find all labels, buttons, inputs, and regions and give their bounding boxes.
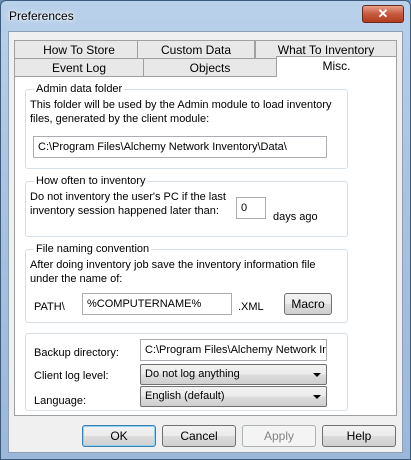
chevron-down-icon (313, 373, 321, 377)
group-title: File naming convention (34, 242, 152, 256)
close-icon: ✕ (377, 6, 389, 21)
title-bar[interactable]: Preferences ✕ (1, 1, 410, 31)
file-naming-group: File naming convention After doing inven… (25, 242, 348, 323)
group-title: Admin data folder (34, 82, 125, 96)
misc-settings-group: Backup directory: C:\Program Files\Alche… (25, 333, 348, 411)
tab-label: What To Inventory (277, 43, 375, 57)
apply-button[interactable]: Apply (242, 425, 316, 447)
backup-directory-label: Backup directory: (34, 347, 119, 359)
tab-label: Event Log (51, 61, 107, 75)
tab-label: Custom Data (160, 43, 232, 57)
tab-label: How To Store (43, 43, 115, 57)
admin-folder-path-input[interactable]: C:\Program Files\Alchemy Network Invento… (33, 136, 327, 158)
select-value: English (default) (145, 390, 225, 402)
tab-label: Misc. (322, 59, 351, 73)
naming-description: After doing inventory job save the inven… (30, 259, 316, 285)
ok-button[interactable]: OK (82, 425, 156, 447)
misc-tab-panel: Admin data folder This folder will be us… (14, 76, 397, 416)
group-title: How often to inventory (34, 174, 148, 188)
tab-event-log[interactable]: Event Log (14, 58, 144, 77)
client-log-level-label: Client log level: (34, 370, 109, 382)
preferences-window: Preferences ✕ How To Store Custom Data W… (0, 0, 411, 460)
days-ago-label: days ago (273, 211, 318, 223)
extension-label: .XML (238, 301, 264, 313)
client-log-level-select[interactable]: Do not log anything (140, 364, 327, 385)
chevron-down-icon (313, 395, 321, 399)
tab-misc[interactable]: Misc. (276, 56, 397, 77)
dialog-client-area: How To Store Custom Data What To Invento… (8, 31, 403, 453)
select-value: Do not log anything (145, 368, 240, 380)
help-button[interactable]: Help (322, 425, 396, 447)
cancel-button[interactable]: Cancel (162, 425, 236, 447)
tab-custom-data[interactable]: Custom Data (137, 40, 255, 59)
close-button[interactable]: ✕ (362, 5, 404, 23)
admin-data-folder-group: Admin data folder This folder will be us… (25, 82, 348, 169)
tab-how-to-store[interactable]: How To Store (14, 40, 144, 59)
days-input[interactable]: 0 (236, 197, 266, 219)
file-name-input[interactable]: %COMPUTERNAME% (82, 293, 232, 315)
inventory-frequency-group: How often to inventory Do not inventory … (25, 174, 348, 237)
tab-objects[interactable]: Objects (143, 58, 277, 77)
tab-label: Objects (189, 61, 231, 75)
path-prefix-label: PATH\ (34, 301, 65, 313)
admin-folder-description: This folder will be used by the Admin mo… (30, 99, 332, 125)
language-label: Language: (34, 395, 86, 407)
macro-button[interactable]: Macro (284, 293, 332, 315)
backup-directory-input[interactable]: C:\Program Files\Alchemy Network Inv (140, 339, 327, 361)
language-select[interactable]: English (default) (140, 386, 327, 407)
window-title: Preferences (9, 9, 74, 23)
frequency-description: Do not inventory the user's PC if the la… (30, 191, 226, 217)
